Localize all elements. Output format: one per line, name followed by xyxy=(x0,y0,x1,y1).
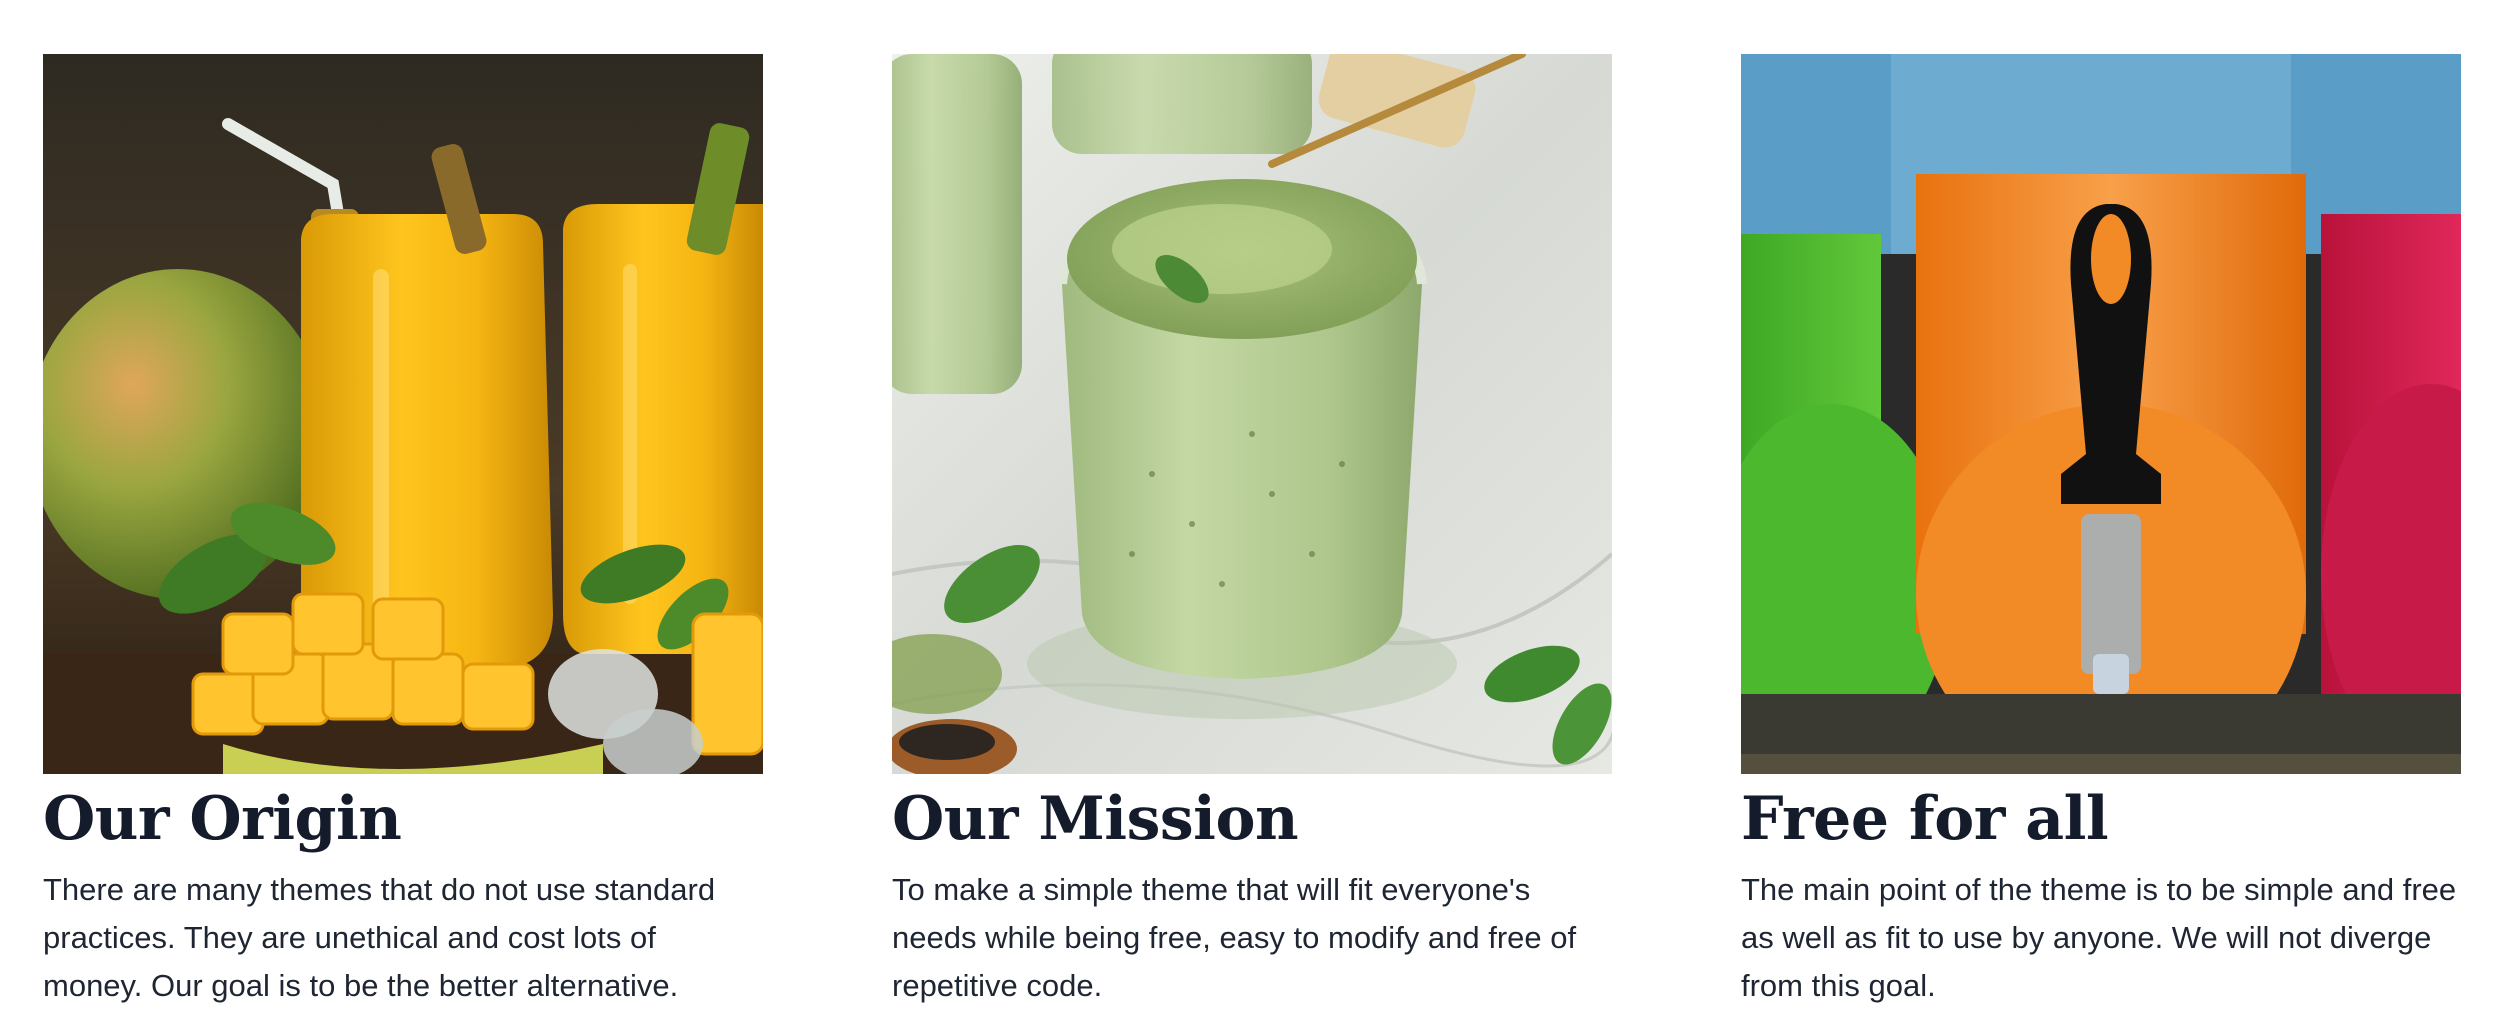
card-title: Our Mission xyxy=(892,784,1299,854)
card-description: The main point of the theme is to be sim… xyxy=(1741,872,2457,1003)
mango-juice-image xyxy=(43,54,763,774)
feature-card-free: Free for all The main point of the theme… xyxy=(1741,54,2461,1010)
feature-card-origin: Our Origin There are many themes that do… xyxy=(43,54,763,1010)
features-section: Our Origin There are many themes that do… xyxy=(43,54,2461,1010)
card-title: Our Origin xyxy=(43,784,402,854)
card-description: To make a simple theme that will fit eve… xyxy=(892,872,1577,1003)
matcha-pudding-image xyxy=(892,54,1612,774)
card-description: There are many themes that do not use st… xyxy=(43,872,716,1003)
slush-machine-image xyxy=(1741,54,2461,774)
feature-card-mission: Our Mission To make a simple theme that … xyxy=(892,54,1612,1010)
card-title: Free for all xyxy=(1741,784,2109,854)
